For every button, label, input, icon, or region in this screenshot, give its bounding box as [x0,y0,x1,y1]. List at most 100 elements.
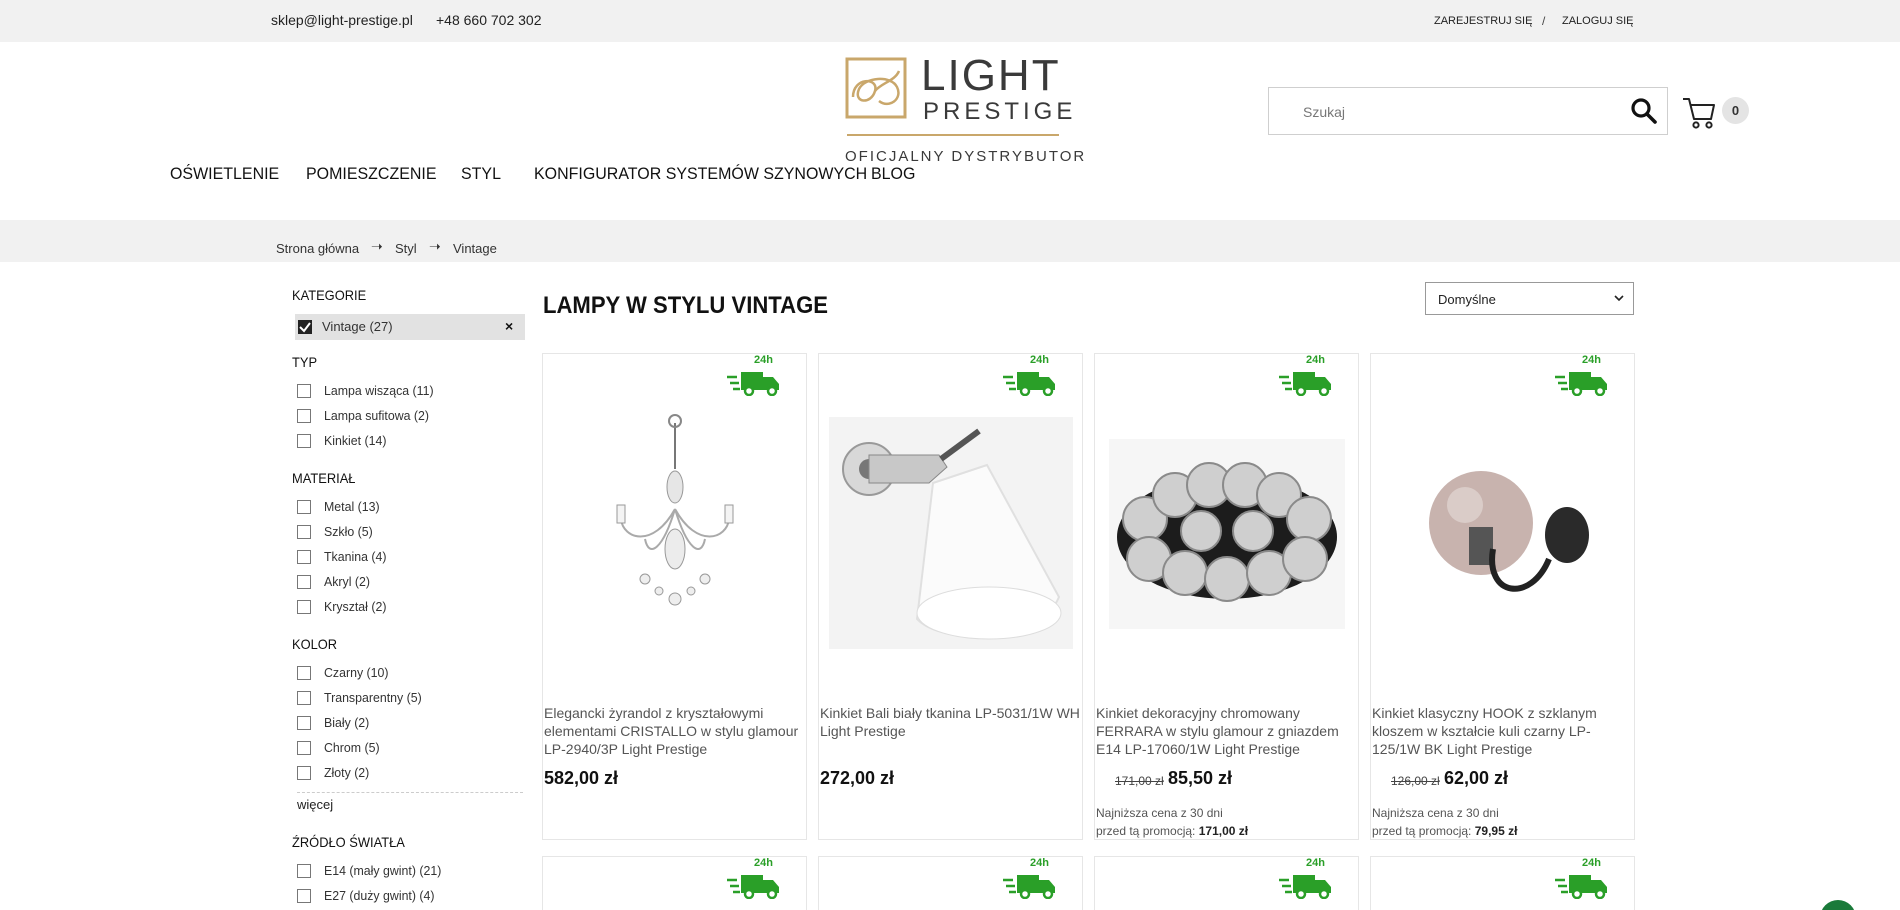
checkbox[interactable] [297,409,311,423]
filter-option-label: Biały (2) [324,715,370,730]
checkbox[interactable] [297,550,311,564]
badge-label: 24h [1582,354,1601,366]
chandelier-product-image [616,414,734,606]
product-price: 85,50 zł [1168,768,1233,788]
checkbox[interactable] [297,434,311,448]
delivery-24h-badge: 24h [1279,857,1335,901]
product-name[interactable]: Kinkiet klasyczny HOOK z szklanym klosze… [1372,704,1634,758]
lowest-price-line: przed tą promocją: 79,95 zł [1372,824,1517,838]
filter-option-label: E27 (duży gwint) (4) [324,888,435,903]
site-logo[interactable]: LIGHT PRESTIGE OFICJALNY DYSTRYBUTOR [845,51,1084,166]
cart-count-badge[interactable]: 0 [1722,97,1749,124]
product-name[interactable]: Kinkiet Bali biały tkanina LP-5031/1W WH… [820,704,1082,740]
breadcrumb-current: Vintage [453,241,497,256]
search-icon[interactable] [1629,96,1659,126]
filter-option-label: Szkło (5) [324,524,373,539]
badge-label: 24h [1582,857,1601,869]
logo-text-light: LIGHT [921,51,1061,100]
filter-option-label: Kryształ (2) [324,599,387,614]
divider [297,792,523,793]
filter-option-label: Chrom (5) [324,740,380,755]
product-card[interactable]: 24h Kinkiet Bali biały tkanina LP-5031/1… [818,353,1083,840]
product-name[interactable]: Elegancki żyrandol z kryształowymi eleme… [544,704,806,758]
logo-divider [847,134,1059,136]
checkbox[interactable] [297,666,311,680]
breadcrumb-styl[interactable]: Styl [395,241,417,256]
checkbox[interactable] [297,766,311,780]
checkbox[interactable] [297,691,311,705]
filter-option-label: E14 (mały gwint) (21) [324,863,442,878]
page-title: LAMPY W STYLU VINTAGE [543,292,829,319]
filter-active-category[interactable]: Vintage (27) × [295,314,525,340]
sort-select[interactable]: Domyślne [1425,282,1634,315]
product-price: 582,00 zł [544,768,619,788]
product-name[interactable]: Kinkiet dekoracyjny chromowany FERRARA w… [1096,704,1358,758]
checked-checkbox[interactable] [298,320,312,334]
delivery-24h-badge: 24h [727,354,783,398]
product-card[interactable]: 24h [818,856,1083,910]
logo-mark-icon [845,57,907,119]
badge-label: 24h [1030,354,1049,366]
lowest-price-line: przed tą promocją: 171,00 zł [1096,824,1248,838]
product-price: 272,00 zł [820,768,895,788]
checkmark-icon [299,322,311,333]
filter-option-label: Tkanina (4) [324,549,387,564]
checkbox[interactable] [297,500,311,514]
checkbox[interactable] [297,525,311,539]
nav-styl[interactable]: STYL [461,164,501,184]
nav-pomieszczenie[interactable]: POMIESZCZENIE [306,164,437,184]
product-card[interactable]: 24h [1094,856,1359,910]
filter-option-label: Kinkiet (14) [324,433,387,448]
filter-option-label: Metal (13) [324,499,380,514]
contact-email[interactable]: sklep@light-prestige.pl [271,12,413,28]
login-link[interactable]: ZALOGUJ SIĘ [1562,15,1634,27]
breadcrumb-arrow-icon: ➝ [429,238,441,254]
product-price: 62,00 zł [1444,768,1509,788]
search-input[interactable] [1303,100,1603,124]
old-price: 126,00 zł [1391,774,1440,788]
globe-wall-lamp-product-image [1429,471,1589,592]
checkbox[interactable] [297,600,311,614]
remove-filter-icon[interactable]: × [505,318,513,334]
register-link[interactable]: ZAREJESTRUJ SIĘ [1434,15,1532,27]
breadcrumb-home[interactable]: Strona główna [276,241,359,256]
product-card[interactable]: 24h Elegancki żyrandol z kryształowymi e… [542,353,807,840]
product-card[interactable]: 24h Kinkiet dekoracyjny chromowany FERRA… [1094,353,1359,840]
filter-option-label: Lampa wisząca (11) [324,383,434,398]
filter-title-typ: TYP [292,354,318,370]
product-card[interactable]: 24h [1370,856,1635,910]
delivery-24h-badge: 24h [1003,857,1059,901]
account-separator: / [1542,14,1546,28]
old-price: 171,00 zł [1115,774,1164,788]
delivery-24h-badge: 24h [1555,354,1611,398]
nav-konfigurator[interactable]: KONFIGURATOR SYSTEMÓW SZYNOWYCH [534,164,867,184]
chat-widget-button[interactable] [1820,900,1856,910]
delivery-24h-badge: 24h [1555,857,1611,901]
checkbox[interactable] [297,716,311,730]
product-card[interactable]: 24h Kinkiet klasyczny HOOK z szklanym kl… [1370,353,1635,840]
filter-option-label: Akryl (2) [324,574,370,589]
contact-phone[interactable]: +48 660 702 302 [436,12,542,28]
product-card[interactable]: 24h [542,856,807,910]
top-bar: sklep@light-prestige.pl +48 660 702 302 … [0,0,1900,42]
filter-option-label: Transparentny (5) [324,690,422,705]
checkbox[interactable] [297,864,311,878]
checkbox[interactable] [297,741,311,755]
filter-option-label: Złoty (2) [324,765,370,780]
checkbox[interactable] [297,575,311,589]
checkbox[interactable] [297,889,311,903]
nav-oswietlenie[interactable]: OŚWIETLENIE [170,164,279,184]
delivery-truck-icon [1003,372,1055,396]
filter-title-material: MATERIAŁ [292,470,356,486]
delivery-24h-badge: 24h [1003,354,1059,398]
nav-blog[interactable]: BLOG [871,164,915,184]
show-more-colors-link[interactable]: więcej [297,797,333,812]
cart-icon[interactable] [1682,94,1716,130]
filter-option-label: Lampa sufitowa (2) [324,408,430,423]
filter-title-zrodlo: ŹRÓDŁO ŚWIATŁA [292,834,405,850]
badge-label: 24h [1306,354,1325,366]
delivery-truck-icon [1003,875,1055,899]
wall-lamp-product-image [829,417,1073,649]
badge-label: 24h [1030,857,1049,869]
checkbox[interactable] [297,384,311,398]
